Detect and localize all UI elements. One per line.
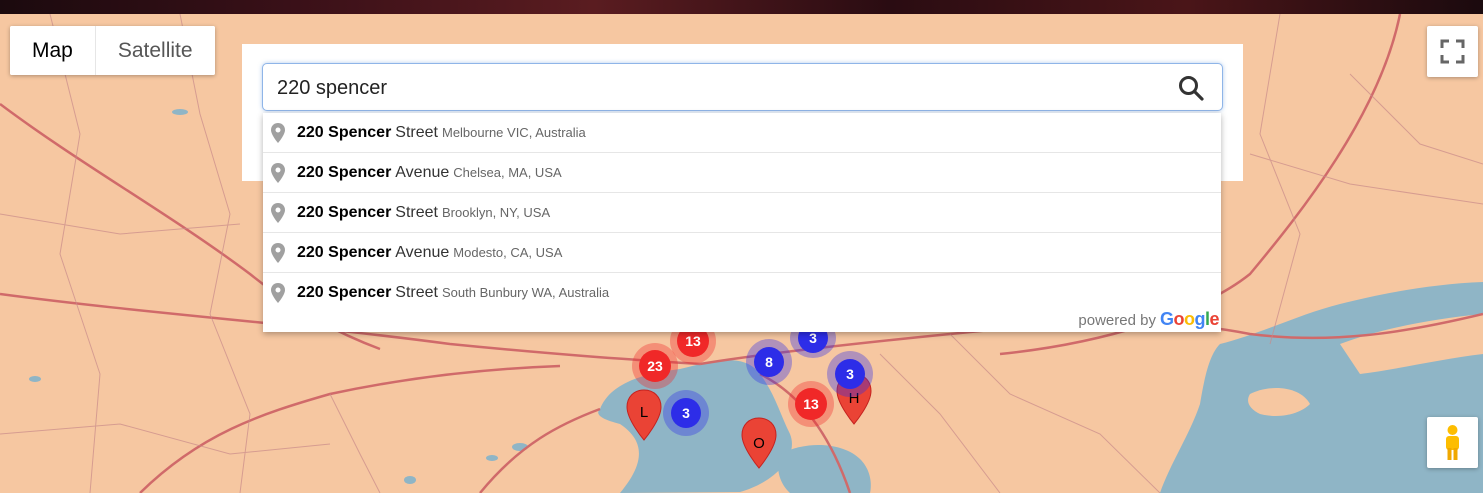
- map-type-map-button[interactable]: Map: [10, 26, 95, 75]
- autocomplete-item[interactable]: 220 Spencer Avenue Modesto, CA, USA: [263, 233, 1221, 273]
- suggestion-match: Spencer: [328, 203, 392, 221]
- suggestion-match: Spencer: [328, 163, 392, 181]
- map-marker[interactable]: O: [740, 416, 778, 470]
- suggestion-secondary: Modesto, CA, USA: [453, 245, 563, 260]
- suggestion-number: 220: [297, 243, 324, 261]
- pin-icon: [271, 282, 285, 303]
- fullscreen-button[interactable]: [1427, 26, 1478, 77]
- lake: [486, 455, 498, 461]
- lake: [404, 476, 416, 484]
- powered-by-text: powered by: [1078, 312, 1156, 329]
- suggestion-street-type: Street: [395, 123, 438, 141]
- autocomplete-item[interactable]: 220 Spencer Avenue Chelsea, MA, USA: [263, 153, 1221, 193]
- search-icon[interactable]: [1178, 75, 1204, 101]
- marker-cluster[interactable]: 8: [746, 339, 792, 385]
- suggestion-secondary: Chelsea, MA, USA: [453, 165, 562, 180]
- pin-icon: [271, 162, 285, 183]
- cluster-count: 8: [754, 347, 784, 377]
- cluster-count: 23: [639, 350, 671, 382]
- street-view-pegman-button[interactable]: [1427, 417, 1478, 468]
- marker-cluster[interactable]: 13: [788, 381, 834, 427]
- suggestion-secondary: South Bunbury WA, Australia: [441, 285, 610, 300]
- header-image-strip: [0, 0, 1483, 14]
- map-marker[interactable]: L: [625, 388, 663, 442]
- suggestion-match: Spencer: [328, 243, 392, 261]
- pin-icon: [271, 122, 285, 143]
- suggestion-number: 220: [297, 203, 324, 221]
- lake: [29, 376, 41, 382]
- suggestion-match: Spencer: [328, 123, 392, 141]
- marker-label: L: [639, 404, 649, 421]
- suggestion-number: 220: [297, 283, 324, 301]
- suggestion-street-type: Avenue: [395, 243, 450, 261]
- suggestion-secondary: Brooklyn, NY, USA: [441, 205, 551, 220]
- suggestion-match: Spencer: [328, 283, 392, 301]
- autocomplete-item[interactable]: 220 Spencer Street Brooklyn, NY, USA: [263, 193, 1221, 233]
- search-input[interactable]: [275, 64, 1159, 112]
- cluster-count: 13: [795, 388, 827, 420]
- autocomplete-item[interactable]: 220 Spencer Street South Bunbury WA, Aus…: [263, 273, 1221, 312]
- suggestion-street-type: Street: [395, 203, 438, 221]
- marker-label: O: [753, 435, 765, 452]
- suggestion-secondary: Melbourne VIC, Australia: [441, 125, 586, 140]
- suggestion-street-type: Avenue: [395, 163, 450, 181]
- pegman-icon: [1446, 425, 1459, 460]
- marker-cluster[interactable]: 23: [632, 343, 678, 389]
- suggestion-number: 220: [297, 123, 324, 141]
- suggestion-number: 220: [297, 163, 324, 181]
- marker-cluster[interactable]: 3: [663, 390, 709, 436]
- powered-by-google: powered by Google: [1078, 309, 1219, 330]
- fullscreen-icon: [1440, 39, 1465, 64]
- suggestion-street-type: Street: [395, 283, 438, 301]
- cluster-count: 3: [835, 359, 865, 389]
- lake: [172, 109, 188, 115]
- map-type-control: Map Satellite: [10, 26, 215, 75]
- autocomplete-item[interactable]: 220 Spencer Street Melbourne VIC, Austra…: [263, 113, 1221, 153]
- cluster-count: 3: [671, 398, 701, 428]
- pin-icon: [271, 242, 285, 263]
- pin-icon: [271, 202, 285, 223]
- google-logo: Google: [1159, 309, 1220, 329]
- marker-cluster[interactable]: 3: [827, 351, 873, 397]
- search-box: [262, 63, 1223, 112]
- autocomplete-dropdown: 220 Spencer Street Melbourne VIC, Austra…: [263, 113, 1221, 332]
- map-type-satellite-button[interactable]: Satellite: [95, 26, 215, 75]
